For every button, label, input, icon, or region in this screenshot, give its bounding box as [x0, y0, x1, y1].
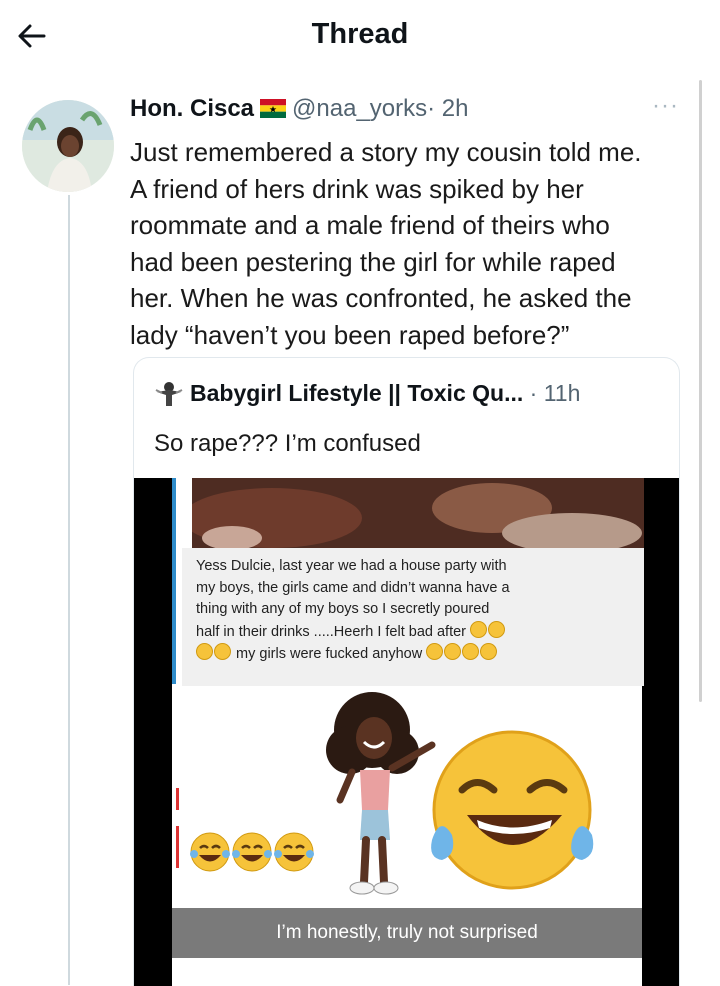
avatar[interactable] [22, 100, 114, 192]
quoted-text: So rape??? I’m confused [154, 430, 421, 457]
quoted-time: · 11h [523, 380, 581, 406]
tweet-time: · 2h [427, 95, 469, 122]
author-handle[interactable]: @naa_yorks [292, 95, 427, 122]
more-options-icon[interactable]: ··· [652, 92, 679, 120]
bitmoji-sticker [326, 692, 594, 895]
tweet-header: Hon. Cisca @naa_yorks· 2h [130, 95, 468, 123]
laughing-emoji-icon [462, 643, 480, 660]
scrollbar[interactable] [699, 80, 702, 702]
chat-line: thing with any of my boys so I secretly … [196, 601, 490, 617]
laughing-emoji-icon [426, 643, 444, 660]
media-caption: I’m honestly, truly not surprised [172, 908, 642, 958]
author-name[interactable]: Hon. Cisca [130, 95, 254, 122]
quoted-header: Babygirl Lifestyle || Toxic Qu... · 11h [154, 378, 580, 408]
tweet-line: her. When he was confronted, he asked th… [130, 283, 632, 313]
laughing-emoji-icon [480, 643, 498, 660]
quoted-author-name: Babygirl Lifestyle || Toxic Qu... [190, 380, 524, 406]
red-indicator [176, 826, 179, 868]
chat-message: Yess Dulcie, last year we had a house pa… [182, 548, 644, 686]
tweet-text: Just remembered a story my cousin told m… [130, 134, 690, 353]
laughing-emoji-icon [470, 620, 488, 638]
quoted-media[interactable]: Yess Dulcie, last year we had a house pa… [134, 478, 679, 986]
laughing-emoji-row [190, 832, 314, 872]
laughing-emoji-icon [488, 620, 506, 638]
chat-line: my girls were fucked anyhow [236, 646, 423, 662]
page-title: Thread [311, 18, 409, 50]
laughing-emoji-icon [214, 643, 231, 660]
quoted-tweet[interactable]: Babygirl Lifestyle || Toxic Qu... · 11h … [133, 357, 680, 986]
chat-line: half in their drinks .....Heerh I felt b… [196, 623, 466, 640]
ghana-flag-icon [260, 99, 287, 118]
tweet-line: Just remembered a story my cousin told m… [130, 137, 642, 167]
laughing-emoji-icon [196, 643, 213, 660]
quoted-avatar [155, 382, 183, 406]
laughing-emoji-icon [444, 643, 462, 660]
chat-line: my boys, the girls came and didn’t wanna… [196, 579, 510, 596]
blurred-photo [192, 478, 644, 548]
tweet-line: had been pestering the girl for while ra… [130, 246, 616, 277]
tweet-line: A friend of hers drink was spiked by her [130, 173, 584, 204]
reply-indicator-bar [172, 478, 176, 684]
top-bar: Thread [0, 0, 720, 70]
thread-connector-line [68, 195, 70, 985]
screenshot-image: Yess Dulcie, last year we had a house pa… [172, 478, 644, 986]
tweet-line: lady “haven’t you been raped before?” [130, 319, 570, 350]
red-indicator [176, 788, 179, 810]
chat-text: Yess Dulcie, last year we had a house pa… [196, 556, 636, 666]
chat-line: Yess Dulcie, last year we had a house pa… [196, 558, 507, 574]
tweet-line: roommate and a male friend of theirs who [130, 210, 610, 240]
